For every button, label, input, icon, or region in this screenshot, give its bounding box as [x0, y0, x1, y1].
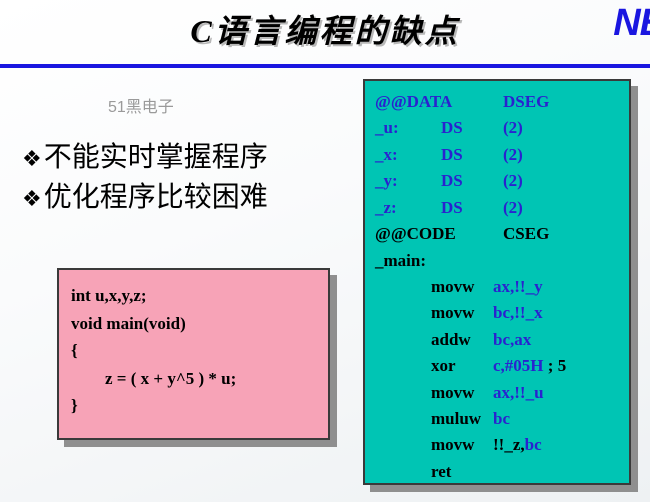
asm-mnemonic-cell: movw [431, 382, 475, 402]
asm-operand-text: !!_z, [493, 435, 525, 455]
asm-operand-cell: CSEG [503, 224, 550, 244]
asm-operand-register: bc [524, 435, 542, 455]
asm-label-cell: _x: [375, 144, 398, 164]
asm-mnemonic-cell [441, 89, 503, 115]
asm-label-cell: _z: [375, 197, 397, 217]
asm-operand-cell: (2) [503, 171, 523, 191]
diamond-bullet-icon: ❖ [22, 146, 42, 171]
c-code-line: } [71, 396, 78, 416]
page-title: C语言编程的缺点 [190, 13, 460, 49]
asm-label-cell: _main: [375, 250, 426, 270]
asm-operand-cell: !!_z,bc [493, 432, 542, 458]
asm-label-cell: _u: [375, 118, 399, 138]
c-source-code-box: int u,x,y,z; void main(void) { z = ( x + y^… [57, 268, 330, 440]
c-code-line: void main(void) [71, 313, 186, 333]
assembly-code-line: addw bc,ax [375, 327, 629, 353]
asm-mnemonic-cell: movw [431, 276, 475, 296]
assembly-code-line: movw bc,!!_x [375, 300, 629, 326]
diamond-bullet-icon: ❖ [22, 185, 42, 211]
asm-operand-cell: (2) [503, 118, 523, 138]
asm-label-cell: @@CODE [375, 224, 456, 244]
assembly-code-line: muluw bc [375, 406, 629, 432]
asm-operand-cell: bc,ax [493, 329, 532, 349]
bullet-item-label: 不能实时掌握程序 [43, 141, 268, 172]
asm-operand-cell: c,#05H ; 5 [493, 353, 566, 379]
asm-mnemonic-cell: xor [431, 356, 456, 376]
assembly-code-line: _y: DS (2) [375, 168, 629, 194]
asm-label-cell: _y: [375, 171, 398, 191]
asm-label-cell: @@DATA [375, 92, 453, 111]
asm-mnemonic-cell: DS [441, 118, 463, 138]
assembly-code-line: movw ax,!!_y [375, 274, 629, 300]
bullet-item-label: 优化程序比较困难 [43, 180, 268, 212]
asm-comment-text: ; 5 [543, 356, 567, 376]
nec-logo: NE [613, 2, 650, 44]
bullet-item-1: ❖ 不能实时掌握程序 [22, 137, 352, 177]
assembly-code-line: _main: [375, 248, 629, 274]
c-code-line: z = ( x + y^5 ) * u; [105, 368, 237, 388]
watermark-text: 51黑电子 [108, 99, 174, 116]
asm-mnemonic-cell: muluw [431, 409, 482, 429]
assembly-code-line: _x: DS (2) [375, 142, 629, 168]
asm-operand-cell: bc,!!_x [493, 303, 543, 323]
assembly-code-line: movw ax,!!_u [375, 380, 629, 406]
assembly-code-line: _u: DS (2) [375, 115, 629, 141]
assembly-code-line: ret [375, 459, 629, 485]
asm-mnemonic-cell [441, 248, 503, 274]
assembly-code-line: @@DATA DSEG [375, 89, 629, 115]
asm-operand-cell: DSEG [503, 92, 550, 111]
asm-mnemonic-cell: movw [431, 303, 475, 323]
c-code-line: { [71, 341, 78, 361]
assembly-code-line: _z: DS (2) [375, 195, 629, 221]
asm-operand-cell: ax,!!_y [493, 276, 543, 296]
asm-mnemonic-cell: addw [431, 329, 471, 349]
c-code-line: int u,x,y,z; [71, 286, 147, 305]
asm-operand-cell: (2) [503, 197, 523, 217]
asm-operand-cell: (2) [503, 144, 523, 164]
asm-mnemonic-cell: DS [441, 197, 463, 217]
assembly-code-line: xor c,#05H ; 5 [375, 353, 629, 379]
asm-mnemonic-cell: DS [441, 144, 463, 164]
asm-mnemonic-cell: ret [431, 461, 452, 481]
asm-operand-cell: ax,!!_u [493, 382, 544, 402]
asm-mnemonic-cell: DS [441, 171, 463, 191]
bullet-list: ❖ 不能实时掌握程序 ❖ 优化程序比较困难 [22, 137, 352, 217]
assembly-code-line: @@CODE CSEG [375, 221, 629, 247]
asm-mnemonic-cell: movw [431, 435, 475, 455]
asm-mnemonic-cell [441, 221, 503, 247]
asm-operand-cell: bc [493, 409, 510, 429]
assembly-code-box: @@DATA DSEG _u: DS (2) _x: DS (2) _y: DS (2) _z: DS (… [363, 79, 631, 485]
asm-operand-text: c,#05H [493, 356, 544, 376]
assembly-code-line: movw !!_z,bc [375, 432, 629, 458]
title-divider-rule [0, 64, 650, 68]
bullet-item-2: ❖ 优化程序比较困难 [22, 177, 352, 217]
